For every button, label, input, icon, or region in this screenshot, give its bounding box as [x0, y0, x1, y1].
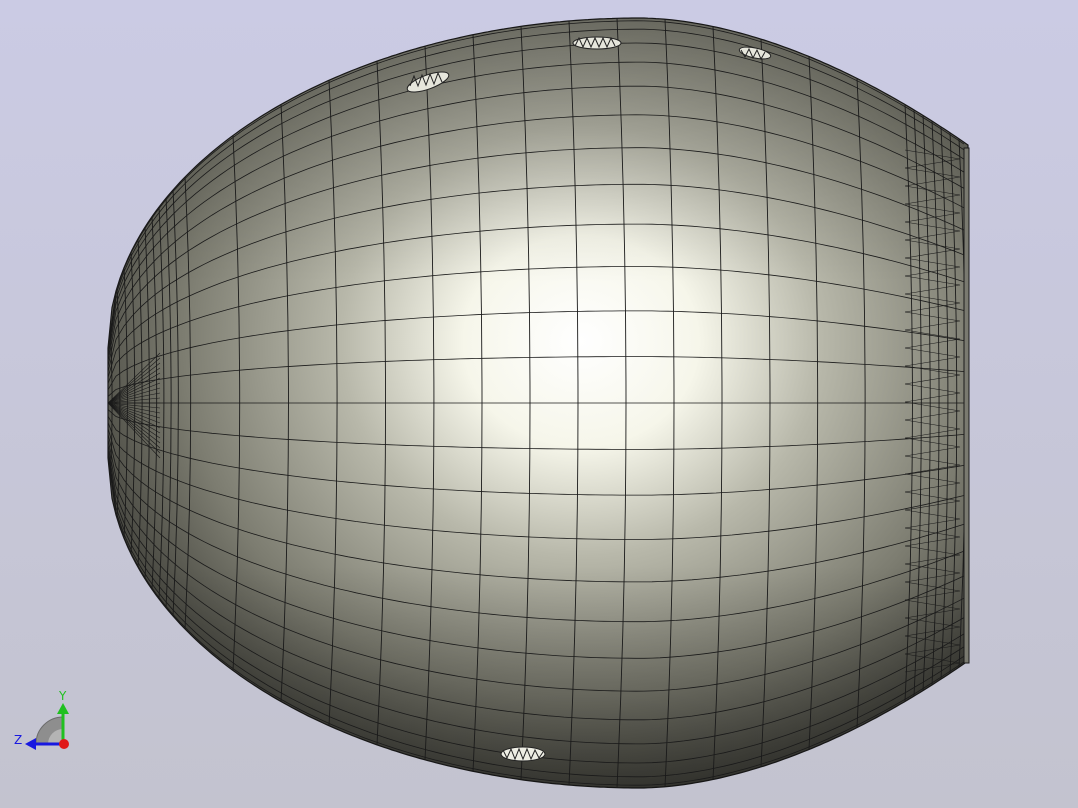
- model-flat-end-face: [963, 147, 970, 664]
- y-axis-label: Y: [58, 689, 67, 703]
- model-hole-bottom: [500, 746, 546, 762]
- graphics-viewport[interactable]: Y Z: [0, 0, 1078, 808]
- x-axis-dot: [59, 739, 69, 749]
- z-axis-label: Z: [14, 733, 22, 747]
- model-hole-top-center: [572, 36, 622, 50]
- model-canvas[interactable]: Y Z: [0, 0, 1078, 808]
